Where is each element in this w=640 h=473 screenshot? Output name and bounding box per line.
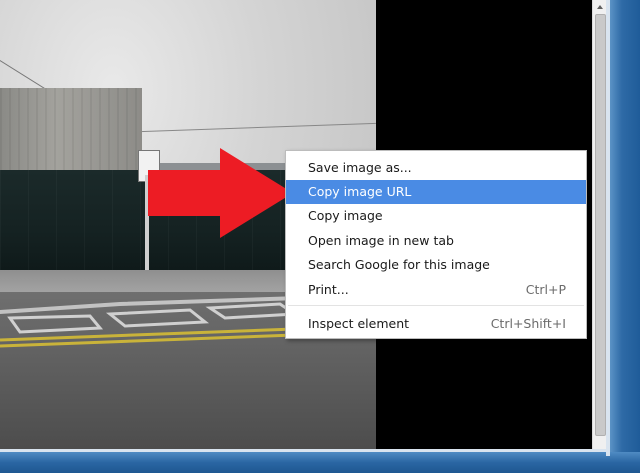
menu-item-label: Inspect element [308, 316, 410, 331]
menu-item-label: Copy image URL [308, 184, 412, 199]
photo-building-cladding [0, 88, 142, 176]
menu-item-copy-image-url[interactable]: Copy image URL [286, 180, 586, 204]
context-menu: Save image as... Copy image URL Copy ima… [285, 150, 587, 339]
menu-item-label: Copy image [308, 208, 383, 223]
window-border-bottom [0, 449, 610, 452]
scroll-up-arrow-icon[interactable] [595, 2, 605, 12]
vertical-scrollbar[interactable] [592, 0, 606, 449]
menu-item-shortcut: Ctrl+Shift+I [490, 316, 566, 331]
window-frame-right [610, 0, 640, 473]
window-border [606, 0, 610, 456]
menu-item-label: Print... [308, 282, 349, 297]
menu-item-save-image-as[interactable]: Save image as... [286, 156, 586, 180]
menu-item-print[interactable]: Print... Ctrl+P [286, 278, 586, 302]
right-arrow-icon [148, 148, 293, 238]
menu-item-open-image-new-tab[interactable]: Open image in new tab [286, 229, 586, 253]
menu-item-inspect-element[interactable]: Inspect element Ctrl+Shift+I [286, 312, 586, 336]
menu-item-label: Save image as... [308, 160, 412, 175]
menu-item-label: Search Google for this image [308, 257, 490, 272]
browser-viewport: Save image as... Copy image URL Copy ima… [0, 0, 606, 449]
scrollbar-thumb[interactable] [595, 14, 606, 436]
menu-item-search-google-image[interactable]: Search Google for this image [286, 253, 586, 277]
menu-item-label: Open image in new tab [308, 233, 454, 248]
menu-separator [288, 305, 584, 306]
window-frame-bottom [0, 452, 640, 473]
menu-item-shortcut: Ctrl+P [525, 282, 566, 297]
menu-item-copy-image[interactable]: Copy image [286, 204, 586, 228]
